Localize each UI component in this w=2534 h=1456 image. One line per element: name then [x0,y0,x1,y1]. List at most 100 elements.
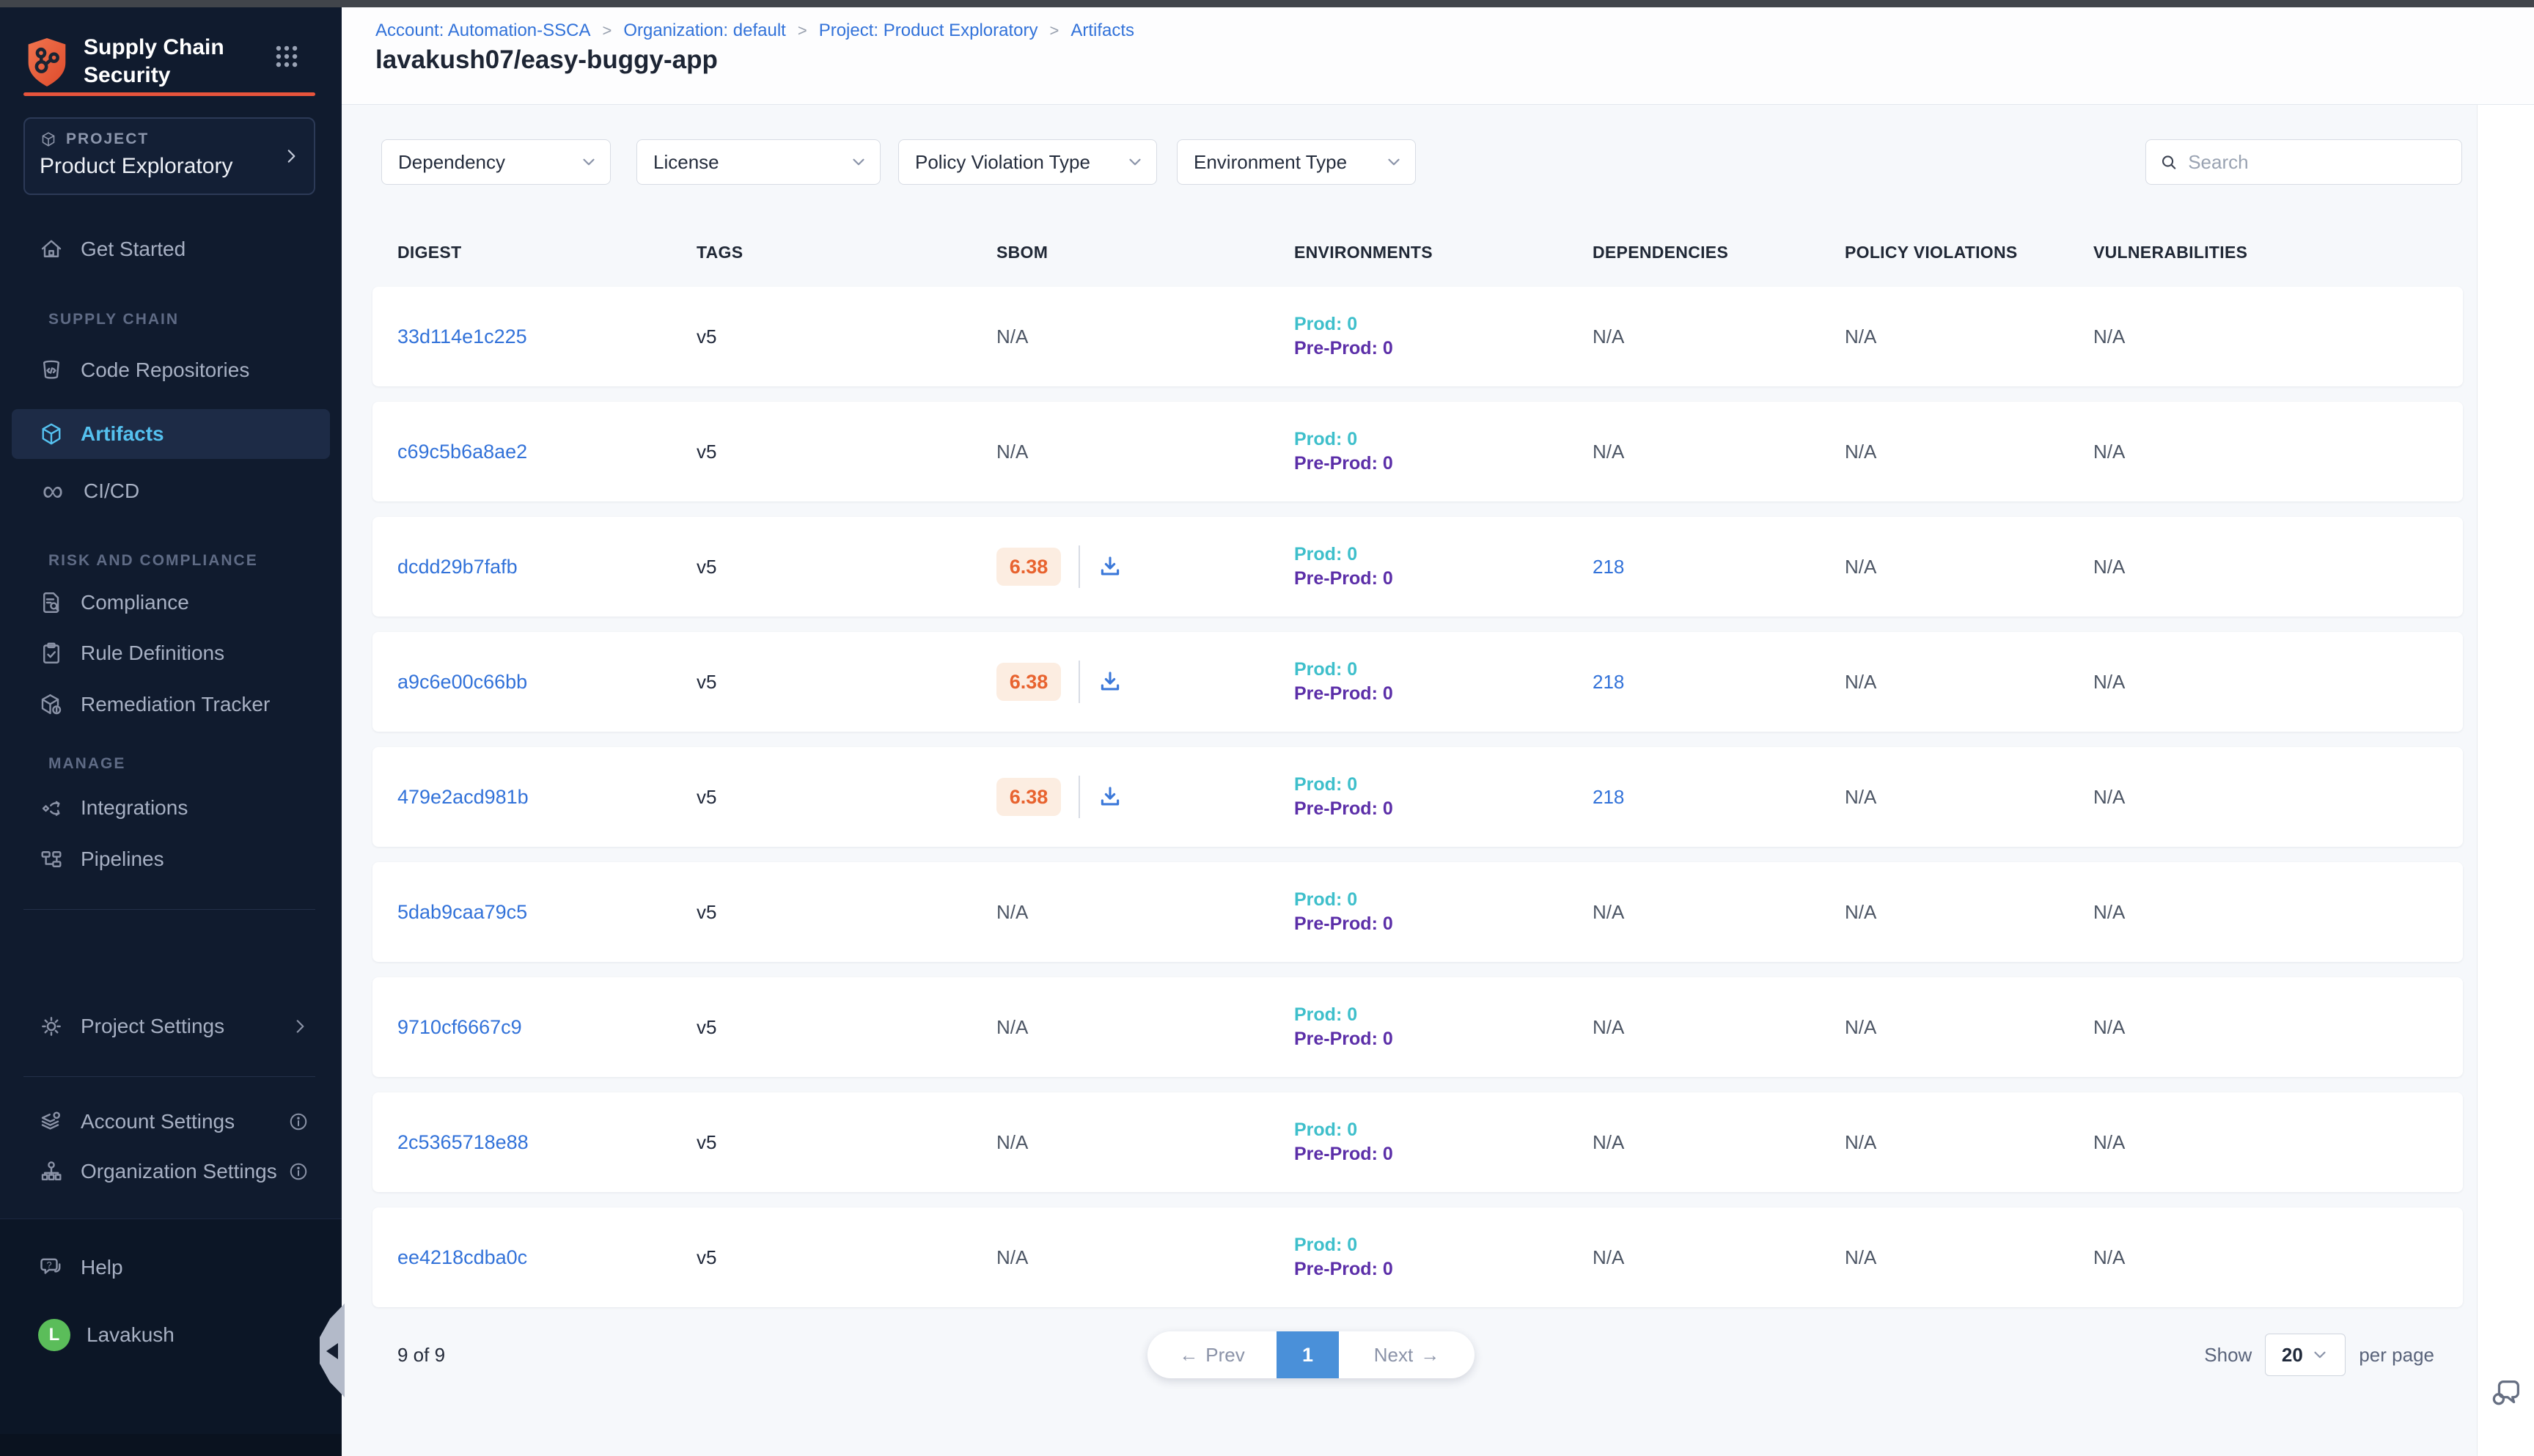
digest-link[interactable]: a9c6e00c66bb [397,671,527,693]
col-tags: TAGS [697,243,996,262]
environments-cell: Prod: 0 Pre-Prod: 0 [1294,1119,1593,1165]
sidebar-item-help[interactable]: ? Help [0,1244,342,1291]
sidebar-item-pipelines[interactable]: Pipelines [0,836,342,883]
policy-violations-value: N/A [1845,786,2093,809]
sidebar-bottom-section: ? Help L Lavakush [0,1218,342,1434]
env-prod: Prod: 0 [1294,774,1593,795]
org-gear-icon [38,1158,65,1185]
page-number-button[interactable]: 1 [1277,1331,1339,1378]
filter-environment-type[interactable]: Environment Type [1177,139,1416,185]
breadcrumb-project[interactable]: Project: Product Exploratory [819,21,1038,41]
env-preprod: Pre-Prod: 0 [1294,568,1593,589]
page-size-select[interactable]: 20 [2265,1334,2346,1376]
sidebar-item-rule-definitions[interactable]: Rule Definitions [0,630,342,677]
digest-link[interactable]: dcdd29b7fafb [397,556,518,578]
filter-label: License [653,151,719,174]
page-title: lavakush07/easy-buggy-app [375,45,718,75]
project-name: Product Exploratory [40,154,299,179]
layers-gear-icon [38,1108,65,1135]
sidebar-item-compliance[interactable]: Compliance [0,579,342,626]
table-row: a9c6e00c66bb v5 6.38 Prod: 0 Pre-Prod: 0… [372,632,2463,732]
sidebar-item-code-repositories[interactable]: Code Repositories [0,347,342,394]
page-size-control: Show 20 per page [2204,1334,2434,1376]
environments-cell: Prod: 0 Pre-Prod: 0 [1294,1004,1593,1050]
vulnerabilities-value: N/A [2093,671,2463,694]
dependencies-link[interactable]: 218 [1593,786,1624,808]
dependencies-value: N/A [1593,1131,1845,1154]
breadcrumb-account[interactable]: Account: Automation-SSCA [375,21,590,41]
col-environments: ENVIRONMENTS [1294,243,1593,262]
sidebar-item-cicd[interactable]: ∞ CI/CD [0,468,342,515]
digest-link[interactable]: 33d114e1c225 [397,326,527,348]
environments-cell: Prod: 0 Pre-Prod: 0 [1294,1235,1593,1280]
code-repo-icon [38,357,65,383]
breadcrumb-artifacts[interactable]: Artifacts [1070,21,1134,41]
dependencies-link[interactable]: 218 [1593,671,1624,693]
chevron-down-icon [1384,152,1403,172]
digest-link[interactable]: 9710cf6667c9 [397,1016,522,1038]
prev-page-button[interactable]: ← Prev [1147,1331,1277,1378]
table-row: c69c5b6a8ae2 v5 N/A Prod: 0 Pre-Prod: 0 … [372,402,2463,501]
sidebar-divider [23,909,315,910]
per-page-label: per page [2359,1344,2434,1367]
tag-value: v5 [697,786,996,809]
sidebar-item-remediation-tracker[interactable]: Remediation Tracker [0,681,342,728]
environments-cell: Prod: 0 Pre-Prod: 0 [1294,659,1593,705]
chat-support-icon[interactable] [2490,1375,2524,1409]
sidebar-item-label: Artifacts [81,422,164,446]
vulnerabilities-value: N/A [2093,326,2463,348]
sidebar-divider [23,1076,315,1077]
search-input[interactable] [2188,151,2448,174]
sidebar-item-project-settings[interactable]: Project Settings [0,1003,342,1050]
sidebar-item-get-started[interactable]: Get Started [0,226,342,273]
digest-link[interactable]: c69c5b6a8ae2 [397,441,527,463]
show-label: Show [2204,1344,2252,1367]
digest-link[interactable]: ee4218cdba0c [397,1246,527,1268]
clipboard-check-icon [38,640,65,666]
dependencies-value: N/A [1593,1246,1845,1269]
sidebar-item-label: Code Repositories [81,359,249,382]
chevron-right-icon [290,1017,309,1036]
app-title: Supply Chain Security [84,34,224,89]
filter-label: Dependency [398,151,505,174]
digest-link[interactable]: 2c5365718e88 [397,1131,529,1153]
integrations-icon [38,795,65,821]
page-size-value: 20 [2282,1344,2303,1367]
project-selector[interactable]: PROJECT Product Exploratory [23,117,315,195]
digest-link[interactable]: 5dab9caa79c5 [397,901,527,923]
download-sbom-icon[interactable] [1098,669,1123,694]
filter-policy-violation-type[interactable]: Policy Violation Type [898,139,1157,185]
sidebar-item-label: Project Settings [81,1015,224,1038]
table-row: 2c5365718e88 v5 N/A Prod: 0 Pre-Prod: 0 … [372,1092,2463,1192]
divider [1079,661,1080,703]
dependencies-value: N/A [1593,441,1845,463]
search-icon [2159,152,2178,172]
download-sbom-icon[interactable] [1098,554,1123,579]
col-vulnerabilities: VULNERABILITIES [2093,243,2463,262]
sidebar-item-account-settings[interactable]: Account Settings [0,1098,342,1145]
table-row: dcdd29b7fafb v5 6.38 Prod: 0 Pre-Prod: 0… [372,517,2463,617]
user-name: Lavakush [87,1323,175,1347]
digest-link[interactable]: 479e2acd981b [397,786,529,808]
dependencies-link[interactable]: 218 [1593,556,1624,578]
env-prod: Prod: 0 [1294,1119,1593,1141]
download-sbom-icon[interactable] [1098,784,1123,809]
filter-license[interactable]: License [636,139,881,185]
chevron-down-icon [1125,152,1145,172]
breadcrumb: Account: Automation-SSCA > Organization:… [375,21,1134,41]
app-grid-icon[interactable] [273,43,301,70]
pagination: ← Prev 1 Next → [1147,1331,1475,1378]
sidebar-item-label: Remediation Tracker [81,693,270,716]
next-page-button[interactable]: Next → [1339,1331,1475,1378]
filter-dependency[interactable]: Dependency [381,139,611,185]
tag-value: v5 [697,326,996,348]
breadcrumb-organization[interactable]: Organization: default [623,21,785,41]
table-row: 9710cf6667c9 v5 N/A Prod: 0 Pre-Prod: 0 … [372,977,2463,1077]
sidebar-item-organization-settings[interactable]: Organization Settings [0,1148,342,1195]
breadcrumb-separator: > [602,21,612,40]
env-prod: Prod: 0 [1294,1235,1593,1256]
sidebar-item-integrations[interactable]: Integrations [0,784,342,831]
env-prod: Prod: 0 [1294,1004,1593,1026]
sidebar-item-artifacts[interactable]: Artifacts [12,409,330,459]
user-menu[interactable]: L Lavakush [0,1312,342,1358]
